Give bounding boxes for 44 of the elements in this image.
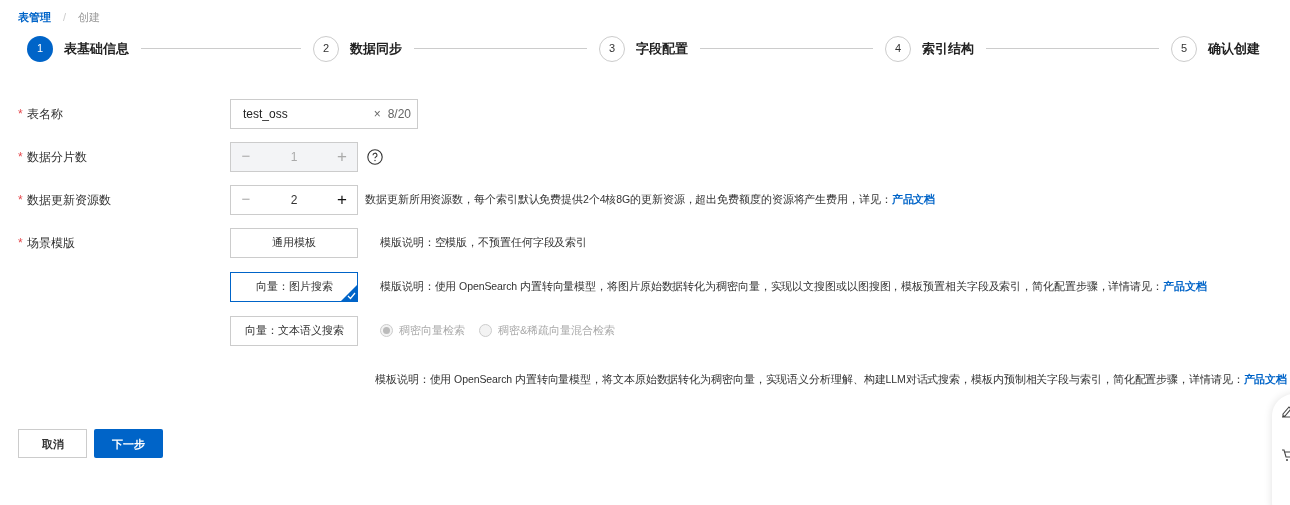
description-text: 模版说明：使用 OpenSearch 内置转向量模型，将图片原始数据转化为稠密向量，实现以文搜图或以图搜图，模板预置相关字段及索引，简化配置步骤，详情请见： [380,278,1163,294]
step-number: 1 [27,35,53,62]
stepper-value: 1 [289,148,299,166]
step-tab[interactable]: 5 确认创建 [1171,35,1260,62]
description-text: 数据更新所用资源数，每个索引默认免费提供2个4核8G的更新资源，超出免费额度的资源将产生费用，详见： [365,191,892,207]
breadcrumb-separator: / [63,10,67,25]
required-mark: * [18,234,23,252]
field-label: 表名称 [26,105,63,123]
step-label: 字段配置 [636,39,688,58]
table-name-field[interactable]: test_oss × 8/20 [230,98,418,129]
step-tab[interactable]: 2 数据同步 [313,35,402,62]
description-text: 模板说明：使用 OpenSearch 内置转向量模型，将文本原始数据转化为稠密向量，实现语义分析理解、构建LLM对话式搜索，模板内预制相关字段与索引，简化配置步骤，详情请见： [375,371,1244,387]
required-mark: * [18,105,23,123]
breadcrumb-current: 创建 [78,10,101,25]
template-option[interactable]: 通用模板 [230,227,358,258]
required-mark: * [18,148,23,166]
template-option[interactable]: 向量：图片搜索 [230,271,358,302]
step-label: 确认创建 [1208,39,1260,58]
cancel-button[interactable]: 取消 [18,429,87,459]
field-label: 场景模版 [26,234,75,252]
required-mark: * [18,191,23,209]
field-label: 数据分片数 [26,148,87,166]
docs-link[interactable]: 产品文档 [1163,278,1207,295]
step-label: 数据同步 [350,39,402,58]
field-value: test_oss [243,105,289,123]
stepper-value: 2 [289,191,299,209]
selected-check-icon [341,284,357,301]
field-label: 数据更新资源数 [26,191,111,209]
number-stepper[interactable]: − 2 + [230,184,358,215]
increment-button[interactable]: + [327,186,357,213]
docs-link[interactable]: 产品文档 [891,191,936,208]
description-text: 模版说明：空模版，不预置任何字段及索引 [380,234,588,250]
step-label: 索引结构 [922,39,974,58]
help-icon[interactable] [367,148,383,165]
breadcrumb-link[interactable]: 表管理 [18,9,51,26]
clear-button[interactable]: × [373,104,381,123]
step-tab[interactable]: 3 字段配置 [599,35,688,62]
step-tab[interactable]: 1 表基础信息 [27,35,129,62]
next-button[interactable]: 下一步 [94,429,163,459]
step-label: 表基础信息 [64,39,129,58]
docs-link[interactable]: 产品文档 [1243,371,1288,388]
step-tab[interactable]: 4 索引结构 [885,35,974,62]
template-option[interactable]: 向量：文本语义搜索 [230,315,358,346]
character-count: 8/20 [387,105,411,123]
